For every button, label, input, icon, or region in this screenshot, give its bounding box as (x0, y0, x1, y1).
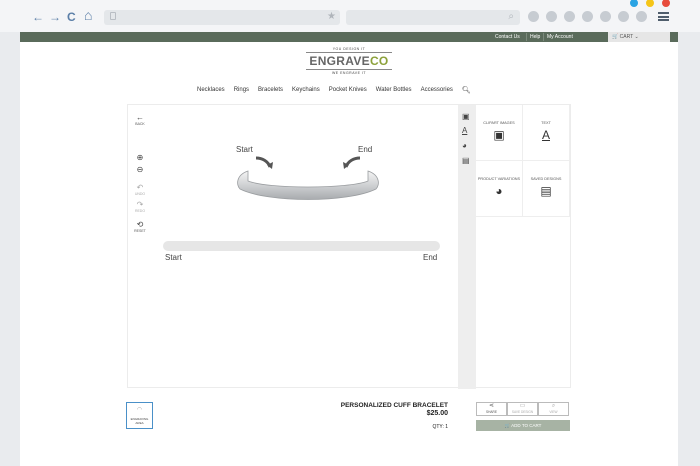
saved-designs-option[interactable]: SAVED DESIGNS ▤ (523, 161, 570, 217)
gallery-tab-icon[interactable]: ▤ (462, 156, 470, 165)
nav-necklaces[interactable]: Necklaces (197, 87, 225, 94)
cloud-icon[interactable] (528, 11, 539, 22)
logo-tagline-bottom: WE ENGRAVE IT (331, 71, 367, 75)
product-price: $25.00 (426, 410, 448, 417)
gallery-icon: ▤ (540, 184, 552, 198)
nav-water-bottles[interactable]: Water Bottles (376, 87, 412, 94)
extension-icons (528, 11, 647, 22)
product-qty: QTY: 1 (432, 424, 448, 430)
logo-tagline-top: YOU DESIGN IT (332, 47, 366, 51)
product-variations-option[interactable]: PRODUCT VARIATIONS ◕ (476, 161, 523, 217)
nav-accessories[interactable]: Accessories (421, 87, 453, 94)
cart-label: CART (619, 34, 634, 40)
search-icon: ⌕ (508, 11, 514, 22)
product-name: PERSONALIZED CUFF BRACELET (340, 402, 448, 409)
web-page: Contact Us Help My Account 🛒 CART ⌄ YOU … (20, 32, 678, 466)
address-bar[interactable]: ★ (104, 10, 340, 25)
zoom-in-icon: ⊕ (136, 153, 144, 162)
start-label-bottom: Start (165, 253, 182, 262)
palette-tab-icon[interactable]: ◕ (462, 141, 467, 150)
save-design-button[interactable]: ▭ SAVE DESIGN (507, 402, 538, 416)
tool-panel: CLIPART IMAGES ▣ TEXT A PRODUCT VARIATIO… (476, 105, 572, 217)
window-controls (630, 0, 670, 7)
view-icon: ⌕ (551, 403, 556, 409)
reload-icon[interactable]: C (67, 11, 76, 23)
tool-tabs: ▣ A ◕ ▤ (458, 105, 476, 389)
save-icon: ▭ (519, 403, 526, 409)
chevron-down-icon: ⌄ (634, 34, 639, 40)
shield-icon[interactable] (618, 11, 629, 22)
heart-icon[interactable] (636, 11, 647, 22)
engraving-position-slider[interactable] (163, 241, 440, 251)
image-icon: ▣ (493, 128, 505, 142)
text-icon: A (541, 128, 550, 142)
zoom-in-button[interactable]: ⊕ (128, 153, 152, 162)
back-icon[interactable]: ← (32, 11, 44, 23)
palette-icon: ◕ (495, 184, 503, 198)
cuff-bracelet-preview[interactable] (218, 153, 398, 213)
bookmark-star-icon[interactable]: ★ (327, 11, 336, 22)
contact-us-link[interactable]: Contact Us (492, 33, 523, 41)
end-label-bottom: End (423, 253, 438, 262)
undo-button[interactable]: ↶ UNDO (128, 183, 152, 196)
zoom-out-button[interactable]: ⊖ (128, 165, 152, 174)
design-canvas: ← BACK ⊕ ⊖ ↶ UNDO ↷ REDO ⟲ RESET Start End S… (127, 104, 572, 389)
cart-button[interactable]: 🛒 CART ⌄ (608, 32, 670, 42)
main-nav: Necklaces Rings Bracelets Keychains Pock… (197, 87, 480, 94)
window-minimize-dot[interactable] (630, 0, 638, 7)
browser-search-input[interactable]: ⌕ (346, 10, 520, 25)
site-logo[interactable]: YOU DESIGN IT ENGRAVECO WE ENGRAVE IT (306, 47, 392, 75)
nav-rings[interactable]: Rings (234, 87, 249, 94)
clipart-images-option[interactable]: CLIPART IMAGES ▣ (476, 105, 523, 161)
engraving-area-thumbnail[interactable]: ◠ ENGRAVING AREA (126, 402, 153, 429)
share-icon: ⋖ (488, 403, 495, 409)
text-tab-icon[interactable]: A (462, 126, 467, 135)
add-to-cart-button[interactable]: 🛒 ADD TO CART (476, 420, 570, 431)
arrow-left-icon: ← (136, 113, 144, 122)
my-account-link[interactable]: My Account (543, 33, 576, 41)
cart-icon: 🛒 (612, 34, 619, 40)
window-maximize-dot[interactable] (646, 0, 654, 7)
clipart-tab-icon[interactable]: ▣ (462, 112, 470, 121)
forward-icon[interactable]: → (49, 11, 61, 23)
search-icon[interactable]: 🔍︎ (462, 86, 471, 94)
reset-icon: ⟲ (136, 220, 144, 229)
briefcase-icon[interactable] (600, 11, 611, 22)
nav-pocket-knives[interactable]: Pocket Knives (329, 87, 367, 94)
reset-button[interactable]: ⟲ RESET (128, 220, 152, 233)
utility-bar: Contact Us Help My Account 🛒 CART ⌄ (20, 32, 678, 42)
camera-icon[interactable] (546, 11, 557, 22)
redo-icon: ↷ (136, 200, 144, 209)
zoom-out-icon: ⊖ (136, 165, 144, 174)
window-close-dot[interactable] (662, 0, 670, 7)
home-icon[interactable]: ⌂ (84, 8, 92, 22)
share-button[interactable]: ⋖ SHARE (476, 402, 507, 416)
help-link[interactable]: Help (526, 33, 543, 41)
lock-icon (110, 12, 116, 20)
nav-bracelets[interactable]: Bracelets (258, 87, 283, 94)
headphones-icon[interactable] (582, 11, 593, 22)
logo-wordmark: ENGRAVECO (306, 52, 392, 70)
text-option[interactable]: TEXT A (523, 105, 570, 161)
redo-button[interactable]: ↷ REDO (128, 200, 152, 213)
info-icon[interactable] (564, 11, 575, 22)
nav-keychains[interactable]: Keychains (292, 87, 320, 94)
cart-icon: 🛒 (504, 423, 511, 428)
undo-icon: ↶ (136, 183, 144, 192)
view-button[interactable]: ⌕ VIEW (538, 402, 569, 416)
browser-toolbar: ← → C ⌂ ★ ⌕ (0, 0, 700, 32)
menu-icon[interactable] (658, 12, 669, 21)
bracelet-thumb-icon: ◠ (136, 407, 143, 413)
product-actions: ⋖ SHARE ▭ SAVE DESIGN ⌕ VIEW (476, 402, 569, 416)
back-button[interactable]: ← BACK (128, 113, 152, 126)
